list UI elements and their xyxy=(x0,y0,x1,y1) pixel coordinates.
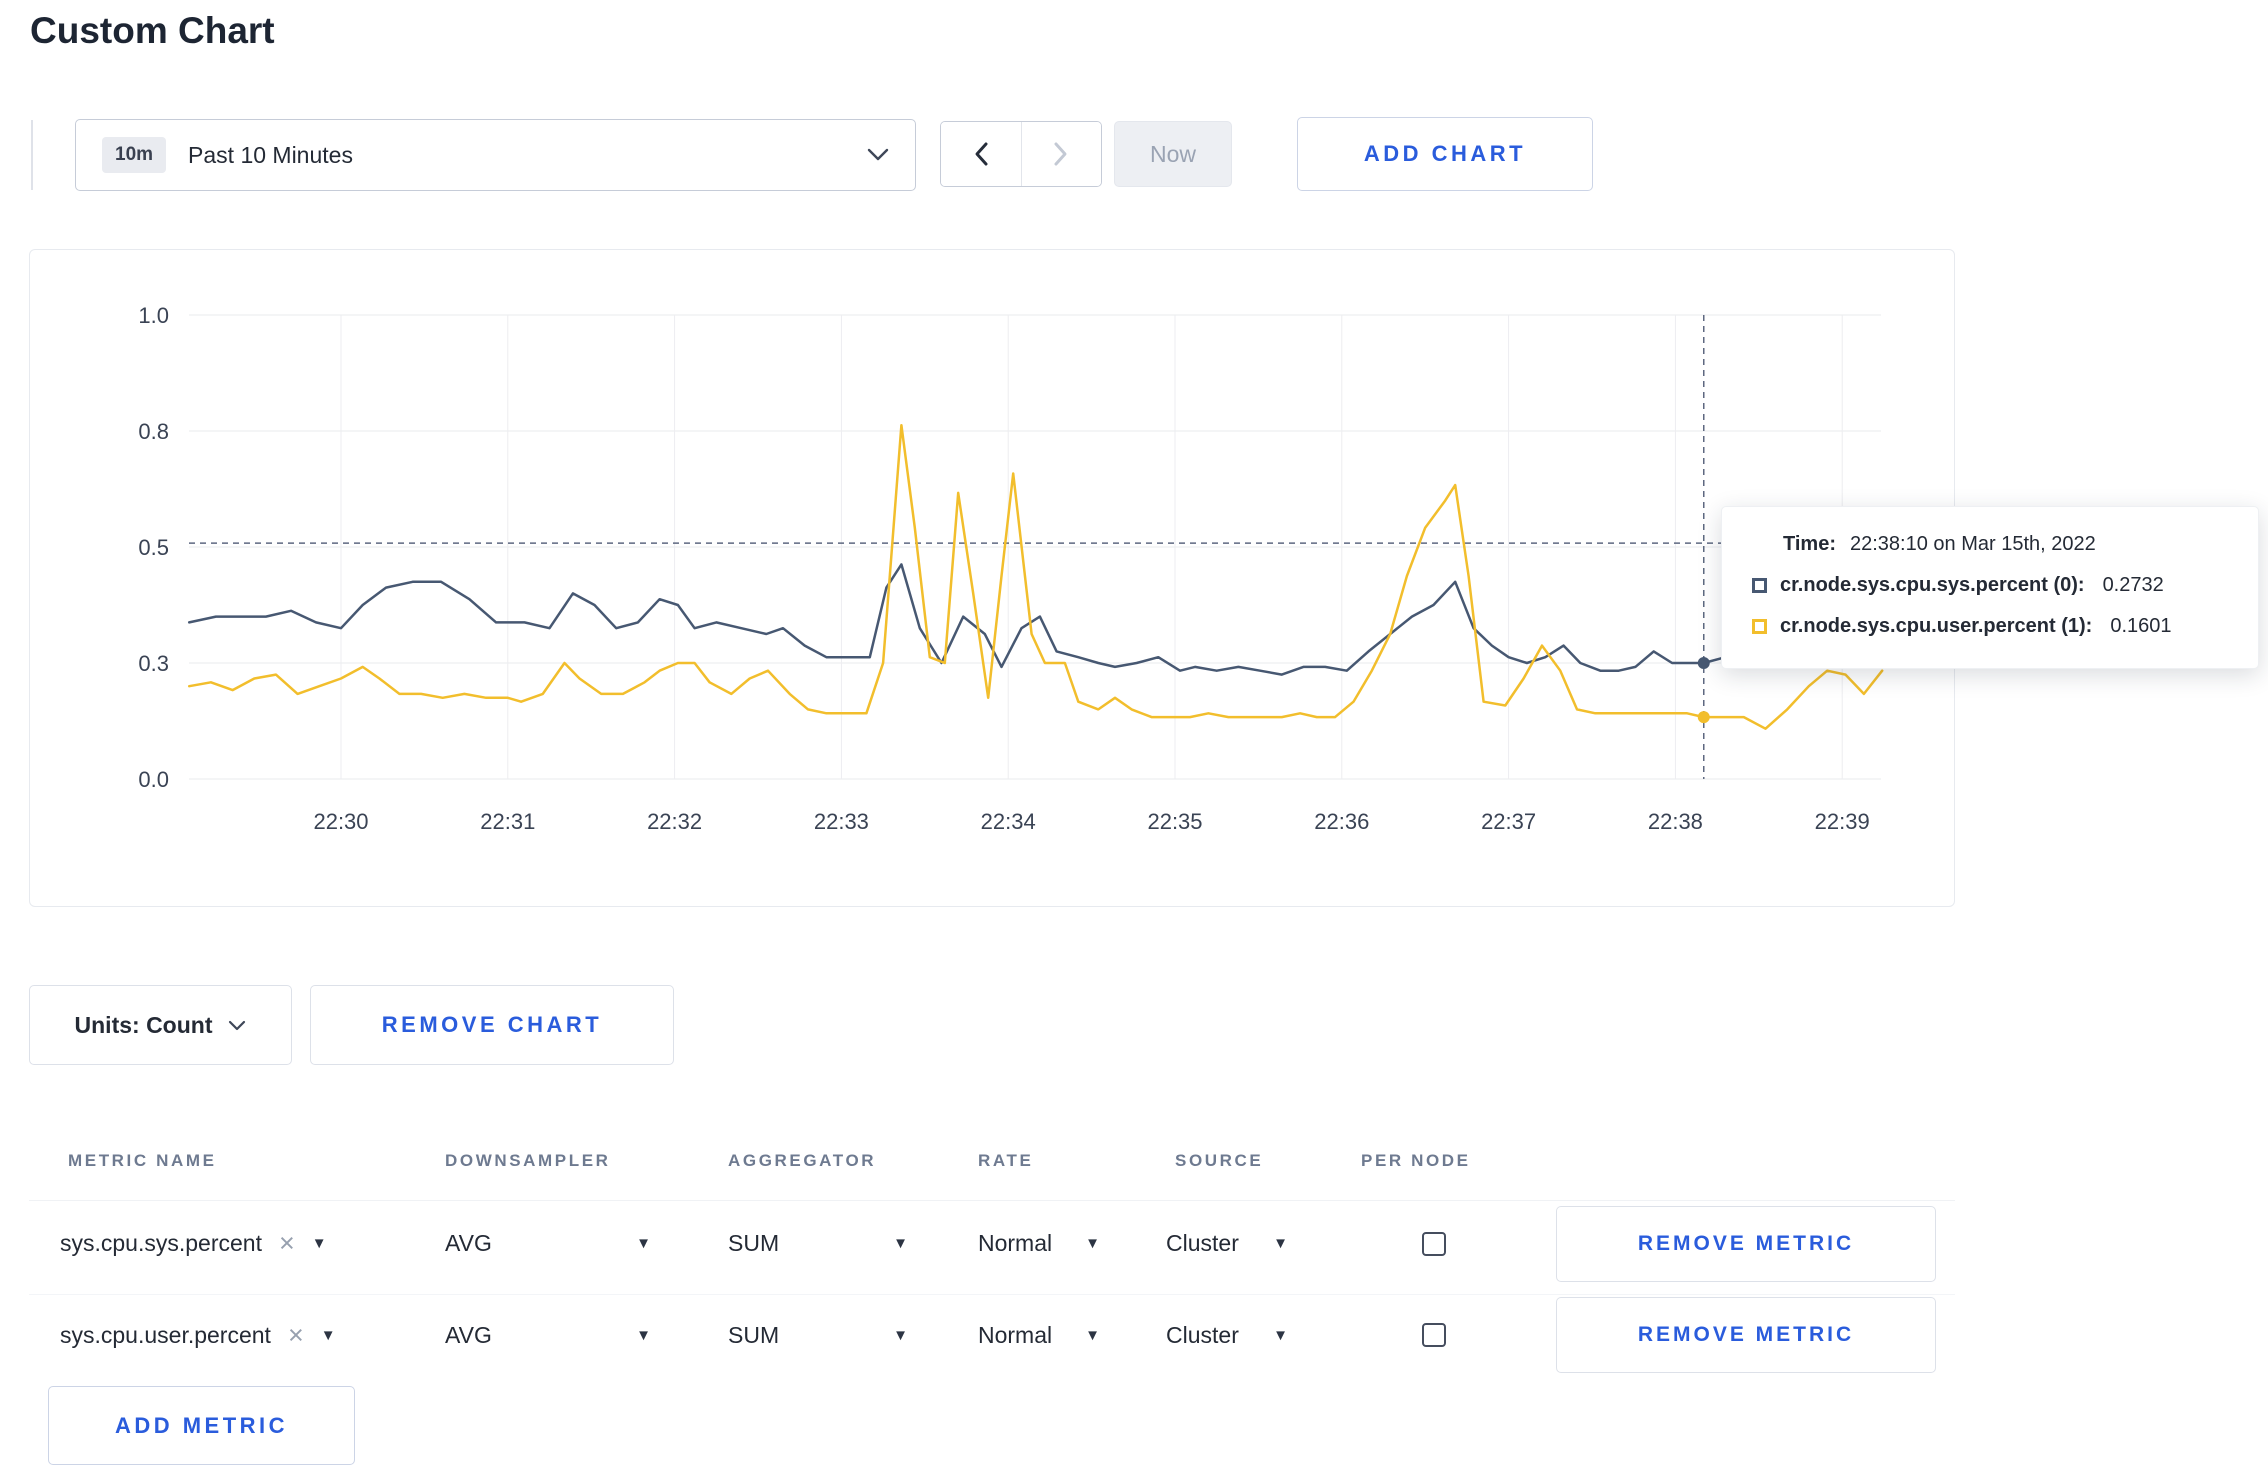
col-header-source: SOURCE xyxy=(1175,1151,1264,1170)
metrics-table-header: METRIC NAME DOWNSAMPLER AGGREGATOR RATE … xyxy=(29,1117,1955,1201)
chevron-down-icon xyxy=(229,1020,246,1030)
metrics-table: METRIC NAME DOWNSAMPLER AGGREGATOR RATE … xyxy=(29,1117,1955,1377)
add-metric-button[interactable]: ADD METRIC xyxy=(48,1386,355,1465)
next-time-button[interactable] xyxy=(1021,122,1101,186)
svg-text:22:34: 22:34 xyxy=(981,809,1036,834)
tooltip-series-row: cr.node.sys.cpu.user.percent (1): 0.1601 xyxy=(1752,615,2228,638)
svg-text:22:33: 22:33 xyxy=(814,809,869,834)
remove-chart-button[interactable]: REMOVE CHART xyxy=(310,985,674,1065)
source-select[interactable]: Cluster ▼ xyxy=(1166,1295,1288,1375)
svg-text:22:36: 22:36 xyxy=(1314,809,1369,834)
tooltip-series-label: cr.node.sys.cpu.user.percent (1): xyxy=(1780,615,2093,637)
caret-down-icon: ▼ xyxy=(1273,1326,1288,1344)
col-header-metric-name: METRIC NAME xyxy=(68,1151,217,1170)
clear-icon[interactable]: × xyxy=(288,1321,304,1349)
svg-text:0.8: 0.8 xyxy=(138,419,169,444)
aggregator-value: SUM xyxy=(728,1321,780,1348)
metric-row: sys.cpu.user.percent × ▼ AVG ▼ SUM ▼ Nor… xyxy=(29,1294,1955,1375)
caret-down-icon: ▼ xyxy=(893,1235,908,1252)
downsampler-select[interactable]: AVG ▼ xyxy=(445,1203,651,1284)
chart-canvas[interactable]: 0.0 0.3 0.5 0.8 1.0 22:30 22:31 22:32 22:33 22:34… xyxy=(30,250,1954,906)
caret-down-icon: ▼ xyxy=(893,1326,908,1344)
svg-text:22:37: 22:37 xyxy=(1481,809,1536,834)
page-title: Custom Chart xyxy=(30,10,275,51)
col-header-per-node: PER NODE xyxy=(1361,1151,1471,1170)
chevron-left-icon xyxy=(975,142,988,166)
rate-value: Normal xyxy=(978,1321,1053,1348)
col-header-aggregator: AGGREGATOR xyxy=(728,1151,877,1170)
aggregator-select[interactable]: SUM ▼ xyxy=(728,1203,908,1284)
add-chart-button[interactable]: ADD CHART xyxy=(1297,117,1593,191)
downsampler-value: AVG xyxy=(445,1230,492,1256)
downsampler-select[interactable]: AVG ▼ xyxy=(445,1295,651,1375)
toolbar-divider xyxy=(31,120,33,190)
per-node-checkbox[interactable] xyxy=(1422,1323,1446,1347)
source-value: Cluster xyxy=(1166,1321,1239,1348)
tooltip-series-value: 0.1601 xyxy=(2110,615,2172,637)
caret-down-icon: ▼ xyxy=(1273,1235,1288,1252)
tooltip-time-value: 22:38:10 on Mar 15th, 2022 xyxy=(1849,533,2096,555)
svg-text:0.5: 0.5 xyxy=(138,535,169,560)
chart-tooltip: Time: 22:38:10 on Mar 15th, 2022 cr.node… xyxy=(1721,506,2259,669)
chevron-right-icon xyxy=(1054,142,1067,166)
chart-panel: 0.0 0.3 0.5 0.8 1.0 22:30 22:31 22:32 22:33 22:34… xyxy=(29,249,1955,907)
svg-text:1.0: 1.0 xyxy=(138,303,169,328)
chevron-down-icon xyxy=(867,148,889,161)
caret-down-icon: ▼ xyxy=(1085,1235,1100,1252)
downsampler-value: AVG xyxy=(445,1321,492,1348)
svg-text:22:39: 22:39 xyxy=(1815,809,1870,834)
tooltip-time-row: Time: 22:38:10 on Mar 15th, 2022 xyxy=(1752,533,2228,556)
rate-select[interactable]: Normal ▼ xyxy=(978,1295,1100,1375)
clear-icon[interactable]: × xyxy=(279,1230,295,1257)
metric-name-select[interactable]: sys.cpu.user.percent × ▼ xyxy=(60,1295,336,1375)
svg-text:22:38: 22:38 xyxy=(1648,809,1703,834)
source-select[interactable]: Cluster ▼ xyxy=(1166,1203,1288,1284)
svg-text:22:31: 22:31 xyxy=(480,809,535,834)
metric-name-value: sys.cpu.sys.percent xyxy=(60,1230,262,1256)
svg-text:0.3: 0.3 xyxy=(138,651,169,676)
caret-down-icon: ▼ xyxy=(1085,1326,1100,1344)
caret-down-icon: ▼ xyxy=(636,1326,651,1344)
units-label: Units: Count xyxy=(74,1011,213,1038)
timeframe-badge: 10m xyxy=(102,137,167,173)
time-nav-group xyxy=(940,121,1102,187)
tooltip-time-label: Time: xyxy=(1783,533,1836,555)
timeframe-label: Past 10 Minutes xyxy=(188,141,353,168)
remove-metric-button[interactable]: REMOVE METRIC xyxy=(1556,1297,1936,1373)
caret-down-icon: ▼ xyxy=(636,1235,651,1252)
source-value: Cluster xyxy=(1166,1230,1239,1256)
timeframe-select[interactable]: 10m Past 10 Minutes xyxy=(75,119,916,191)
caret-down-icon: ▼ xyxy=(311,1235,327,1252)
tooltip-series-value: 0.2732 xyxy=(2102,574,2164,596)
aggregator-select[interactable]: SUM ▼ xyxy=(728,1295,908,1375)
aggregator-value: SUM xyxy=(728,1230,780,1256)
col-header-downsampler: DOWNSAMPLER xyxy=(445,1151,611,1170)
svg-text:0.0: 0.0 xyxy=(138,767,169,792)
rate-value: Normal xyxy=(978,1230,1053,1256)
tooltip-series-label: cr.node.sys.cpu.sys.percent (0): xyxy=(1780,574,2085,596)
per-node-checkbox[interactable] xyxy=(1422,1231,1446,1256)
svg-text:22:30: 22:30 xyxy=(313,809,368,834)
rate-select[interactable]: Normal ▼ xyxy=(978,1203,1100,1284)
tooltip-series-row: cr.node.sys.cpu.sys.percent (0): 0.2732 xyxy=(1752,574,2228,597)
prev-time-button[interactable] xyxy=(941,122,1022,186)
metric-name-select[interactable]: sys.cpu.sys.percent × ▼ xyxy=(60,1203,327,1284)
metric-row: sys.cpu.sys.percent × ▼ AVG ▼ SUM ▼ Norm… xyxy=(29,1203,1955,1284)
caret-down-icon: ▼ xyxy=(320,1326,336,1344)
remove-metric-button[interactable]: REMOVE METRIC xyxy=(1556,1205,1936,1282)
now-button[interactable]: Now xyxy=(1114,121,1232,187)
svg-text:22:35: 22:35 xyxy=(1147,809,1202,834)
col-header-rate: RATE xyxy=(978,1151,1034,1170)
custom-chart-page: Custom Chart 10m Past 10 Minutes Now ADD… xyxy=(0,0,2268,1478)
svg-text:22:32: 22:32 xyxy=(647,809,702,834)
metric-name-value: sys.cpu.user.percent xyxy=(60,1321,271,1348)
series-swatch-sys-icon xyxy=(1752,578,1767,593)
units-select[interactable]: Units: Count xyxy=(29,985,292,1065)
series-swatch-user-icon xyxy=(1752,619,1767,634)
